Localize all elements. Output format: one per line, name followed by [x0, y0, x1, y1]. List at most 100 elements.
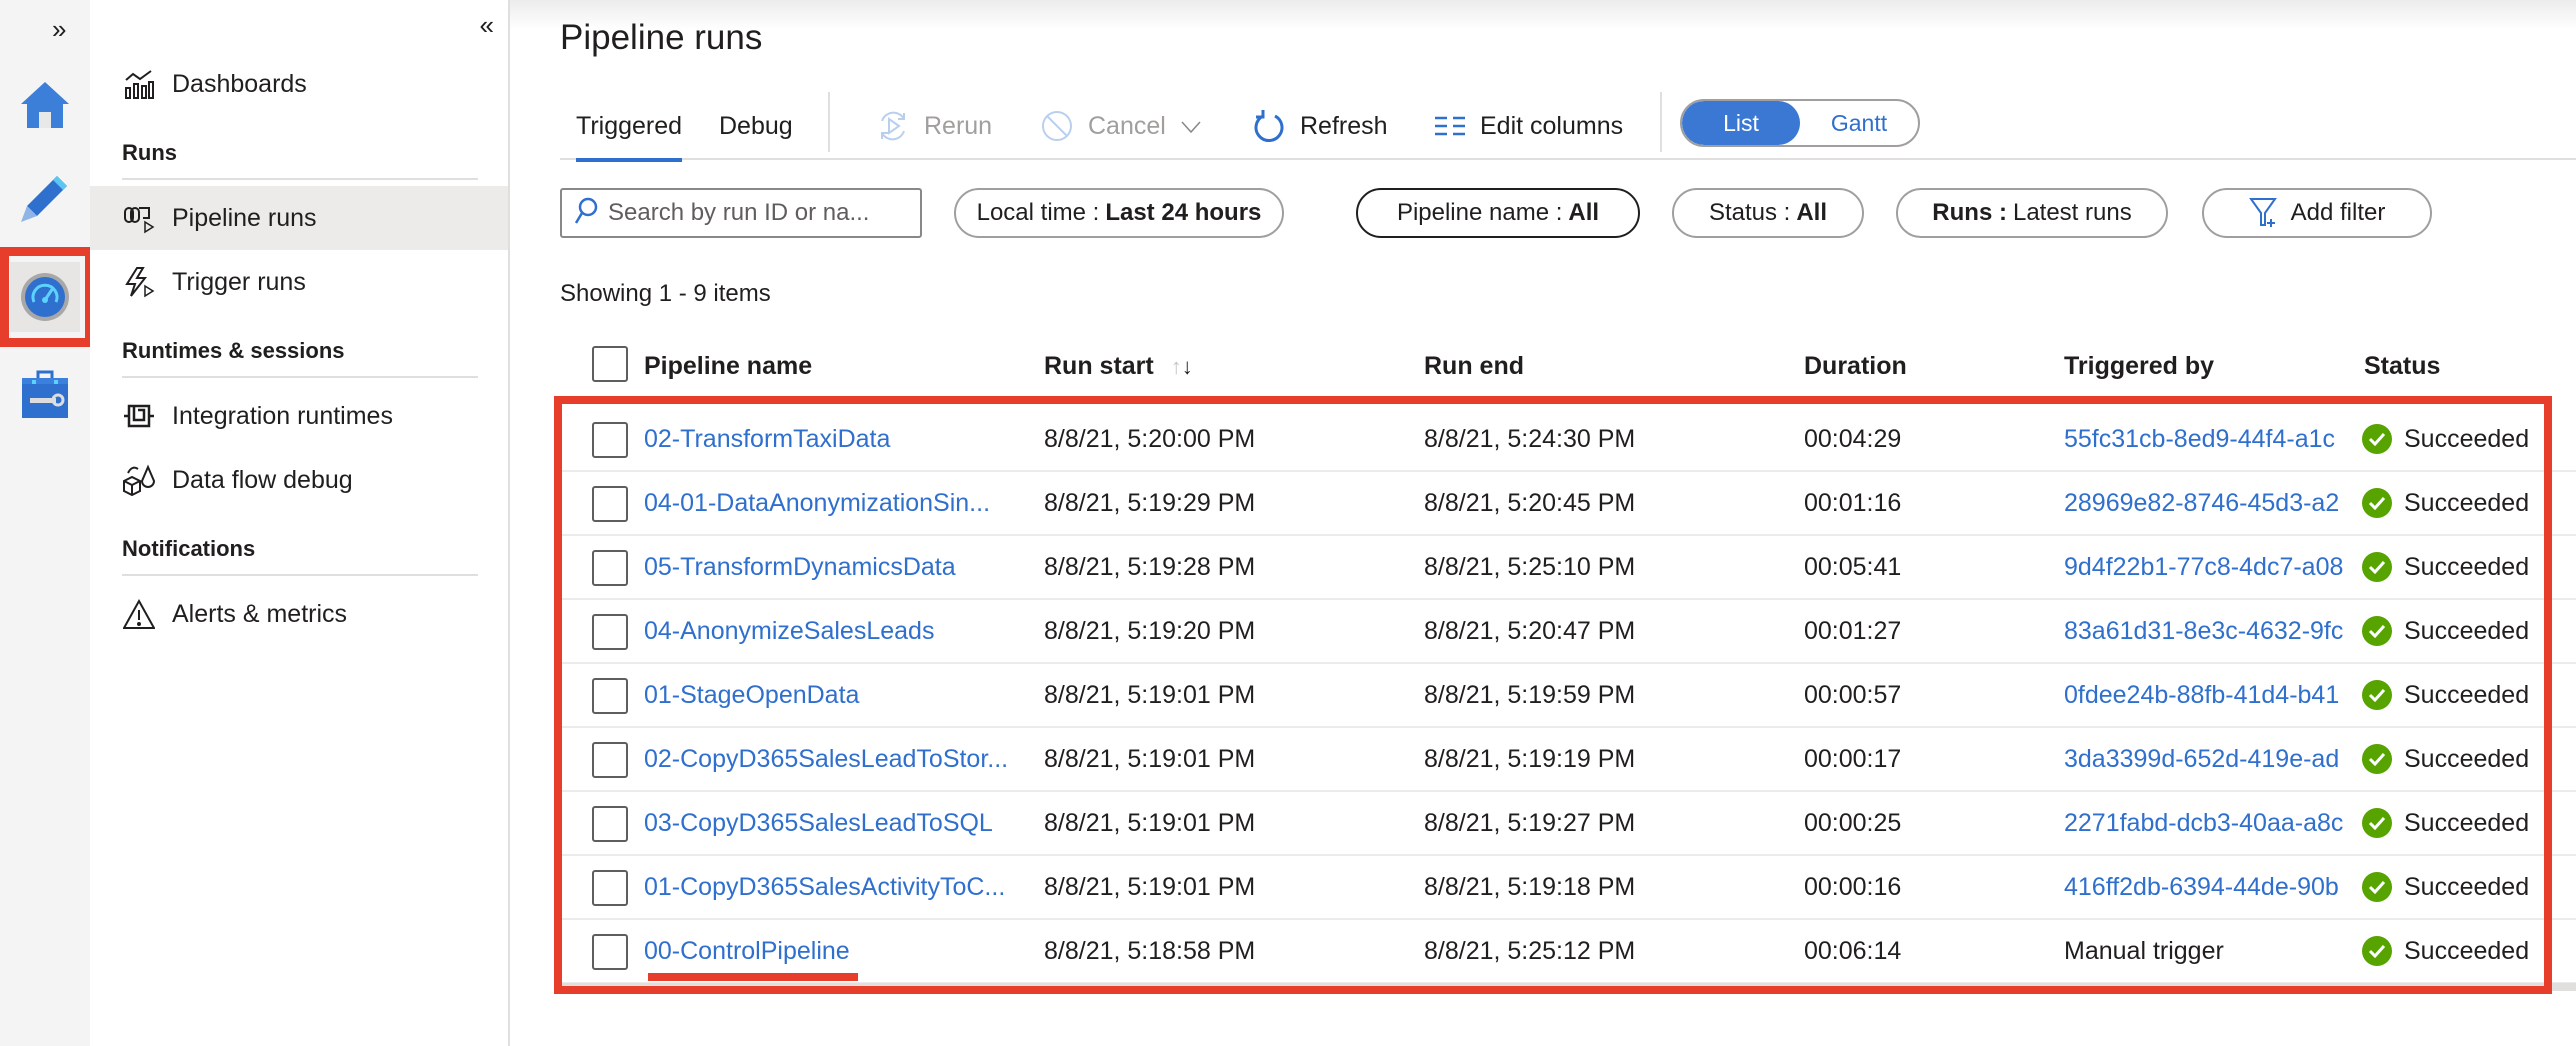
- tab-debug[interactable]: Debug: [703, 112, 809, 160]
- search-input[interactable]: [608, 199, 908, 227]
- pipeline-name-link[interactable]: 05-TransformDynamicsData: [644, 553, 1034, 582]
- row-checkbox[interactable]: [592, 486, 628, 522]
- column-header-run-end[interactable]: Run end: [1424, 352, 1524, 381]
- expand-icon[interactable]: »: [52, 14, 66, 45]
- row-checkbox[interactable]: [592, 614, 628, 650]
- triggered-by-link[interactable]: 28969e82-8746-45d3-a2: [2064, 489, 2350, 518]
- table-row[interactable]: 05-TransformDynamicsData 8/8/21, 5:19:28 …: [560, 536, 2576, 600]
- run-start: 8/8/21, 5:19:28 PM: [1044, 553, 1256, 581]
- gantt-view-button[interactable]: Gantt: [1800, 101, 1918, 145]
- cancel-circle-icon: [1040, 109, 1074, 143]
- table-row[interactable]: 02-CopyD365SalesLeadToStor... 8/8/21, 5:1…: [560, 728, 2576, 792]
- triggered-by-link[interactable]: 9d4f22b1-77c8-4dc7-a08: [2064, 553, 2350, 582]
- list-view-button[interactable]: List: [1682, 101, 1800, 145]
- row-checkbox[interactable]: [592, 870, 628, 906]
- duration: 00:00:17: [1804, 745, 1902, 773]
- column-header-pipeline-name[interactable]: Pipeline name: [644, 352, 812, 381]
- cancel-label: Cancel: [1088, 111, 1166, 140]
- pipeline-name-link[interactable]: 02-TransformTaxiData: [644, 425, 1034, 454]
- success-check-icon: [2362, 488, 2392, 518]
- trigger-lightning-icon: [122, 265, 156, 299]
- nav-item-alerts-metrics[interactable]: Alerts & metrics: [90, 582, 508, 646]
- nav-item-label: Trigger runs: [172, 267, 306, 296]
- nav-item-pipeline-runs[interactable]: Pipeline runs: [90, 186, 508, 250]
- edit-columns-button[interactable]: Edit columns: [1434, 106, 1623, 146]
- column-header-duration[interactable]: Duration: [1804, 352, 1907, 381]
- filter-label: Pipeline name :: [1396, 199, 1563, 226]
- column-header-status[interactable]: Status: [2364, 352, 2440, 381]
- triggered-by-link[interactable]: 83a61d31-8e3c-4632-9fc: [2064, 617, 2350, 646]
- pipeline-name-link[interactable]: 03-CopyD365SalesLeadToSQL: [644, 809, 1034, 838]
- row-checkbox[interactable]: [592, 550, 628, 586]
- run-start: 8/8/21, 5:19:29 PM: [1044, 489, 1256, 517]
- row-checkbox[interactable]: [592, 422, 628, 458]
- triggered-by-link[interactable]: 55fc31cb-8ed9-44f4-a1c: [2064, 425, 2350, 454]
- success-check-icon: [2362, 680, 2392, 710]
- section-notifications: Notifications: [122, 536, 478, 576]
- pipeline-name-link[interactable]: 01-CopyD365SalesActivityToC...: [644, 873, 1034, 902]
- collapse-icon[interactable]: «: [480, 10, 494, 41]
- horizontal-scrollbar[interactable]: [562, 983, 2576, 991]
- table-row[interactable]: 01-CopyD365SalesActivityToC... 8/8/21, 5:…: [560, 856, 2576, 920]
- pipeline-name-link[interactable]: 04-01-DataAnonymizationSin...: [644, 489, 1034, 518]
- run-start: 8/8/21, 5:18:58 PM: [1044, 937, 1256, 965]
- row-checkbox[interactable]: [592, 934, 628, 970]
- nav-item-data-flow-debug[interactable]: Data flow debug: [90, 448, 508, 512]
- status-text: Succeeded: [2404, 809, 2530, 837]
- select-all-checkbox[interactable]: [592, 346, 628, 382]
- nav-item-integration-runtimes[interactable]: Integration runtimes: [90, 384, 508, 448]
- duration: 00:00:25: [1804, 809, 1902, 837]
- cancel-button[interactable]: Cancel: [1040, 106, 1202, 146]
- integration-runtime-icon: [122, 399, 156, 433]
- nav-item-dashboards[interactable]: Dashboards: [90, 52, 508, 116]
- run-end: 8/8/21, 5:19:19 PM: [1424, 745, 1636, 773]
- rerun-button[interactable]: Rerun: [876, 106, 992, 146]
- manage-toolbox-icon[interactable]: [10, 360, 80, 430]
- edit-columns-icon: [1434, 115, 1466, 137]
- view-toggle: List Gantt: [1680, 99, 1920, 147]
- pipeline-name-link[interactable]: 01-StageOpenData: [644, 681, 1034, 710]
- pipeline-name-link[interactable]: 04-AnonymizeSalesLeads: [644, 617, 1034, 646]
- filter-pipeline-name[interactable]: Pipeline name : All: [1356, 188, 1640, 238]
- author-pencil-icon[interactable]: [10, 163, 80, 233]
- nav-item-label: Data flow debug: [172, 465, 353, 494]
- home-icon[interactable]: [10, 70, 80, 140]
- pipeline-runs-icon: [122, 201, 156, 235]
- row-checkbox[interactable]: [592, 742, 628, 778]
- sort-icon[interactable]: ↑↓: [1171, 354, 1193, 379]
- filter-runs[interactable]: Runs : Latest runs: [1896, 188, 2168, 238]
- table-row[interactable]: 02-TransformTaxiData 8/8/21, 5:20:00 PM 8/…: [560, 408, 2576, 472]
- dashboard-chart-icon: [122, 67, 156, 101]
- section-runs: Runs: [122, 140, 478, 180]
- nav-item-trigger-runs[interactable]: Trigger runs: [90, 250, 508, 314]
- chevron-down-icon[interactable]: [1180, 112, 1202, 141]
- duration: 00:05:41: [1804, 553, 1902, 581]
- tab-triggered[interactable]: Triggered: [560, 112, 698, 162]
- row-checkbox[interactable]: [592, 678, 628, 714]
- column-header-triggered-by[interactable]: Triggered by: [2064, 352, 2214, 381]
- triggered-by-link[interactable]: 416ff2db-6394-44de-90b: [2064, 873, 2350, 902]
- table-row[interactable]: 04-01-DataAnonymizationSin... 8/8/21, 5:1…: [560, 472, 2576, 536]
- add-filter-label: Add filter: [2290, 199, 2386, 226]
- table-row[interactable]: 00-ControlPipeline 8/8/21, 5:18:58 PM 8/8/…: [560, 920, 2576, 984]
- annotation-box-monitor: [0, 247, 94, 347]
- filter-status[interactable]: Status : All: [1672, 188, 1864, 238]
- nav-item-label: Pipeline runs: [172, 203, 317, 232]
- table-row[interactable]: 01-StageOpenData 8/8/21, 5:19:01 PM 8/8/21…: [560, 664, 2576, 728]
- table-row[interactable]: 03-CopyD365SalesLeadToSQL 8/8/21, 5:19:01…: [560, 792, 2576, 856]
- row-checkbox[interactable]: [592, 806, 628, 842]
- success-check-icon: [2362, 616, 2392, 646]
- triggered-by-link[interactable]: 3da3399d-652d-419e-ad: [2064, 745, 2350, 774]
- pipeline-name-link[interactable]: 00-ControlPipeline: [644, 937, 1034, 966]
- triggered-by-link[interactable]: 0fdee24b-88fb-41d4-b41: [2064, 681, 2350, 710]
- table-row[interactable]: 04-AnonymizeSalesLeads 8/8/21, 5:19:20 PM…: [560, 600, 2576, 664]
- add-filter-button[interactable]: Add filter: [2202, 188, 2432, 238]
- run-end: 8/8/21, 5:24:30 PM: [1424, 425, 1636, 453]
- run-end: 8/8/21, 5:19:27 PM: [1424, 809, 1636, 837]
- pipeline-name-link[interactable]: 02-CopyD365SalesLeadToStor...: [644, 745, 1034, 774]
- triggered-by-link[interactable]: 2271fabd-dcb3-40aa-a8c: [2064, 809, 2350, 838]
- column-header-run-start[interactable]: Run start ↑↓: [1044, 352, 1193, 381]
- duration: 00:01:16: [1804, 489, 1902, 517]
- refresh-button[interactable]: Refresh: [1252, 106, 1388, 146]
- filter-local-time[interactable]: Local time : Last 24 hours: [954, 188, 1284, 238]
